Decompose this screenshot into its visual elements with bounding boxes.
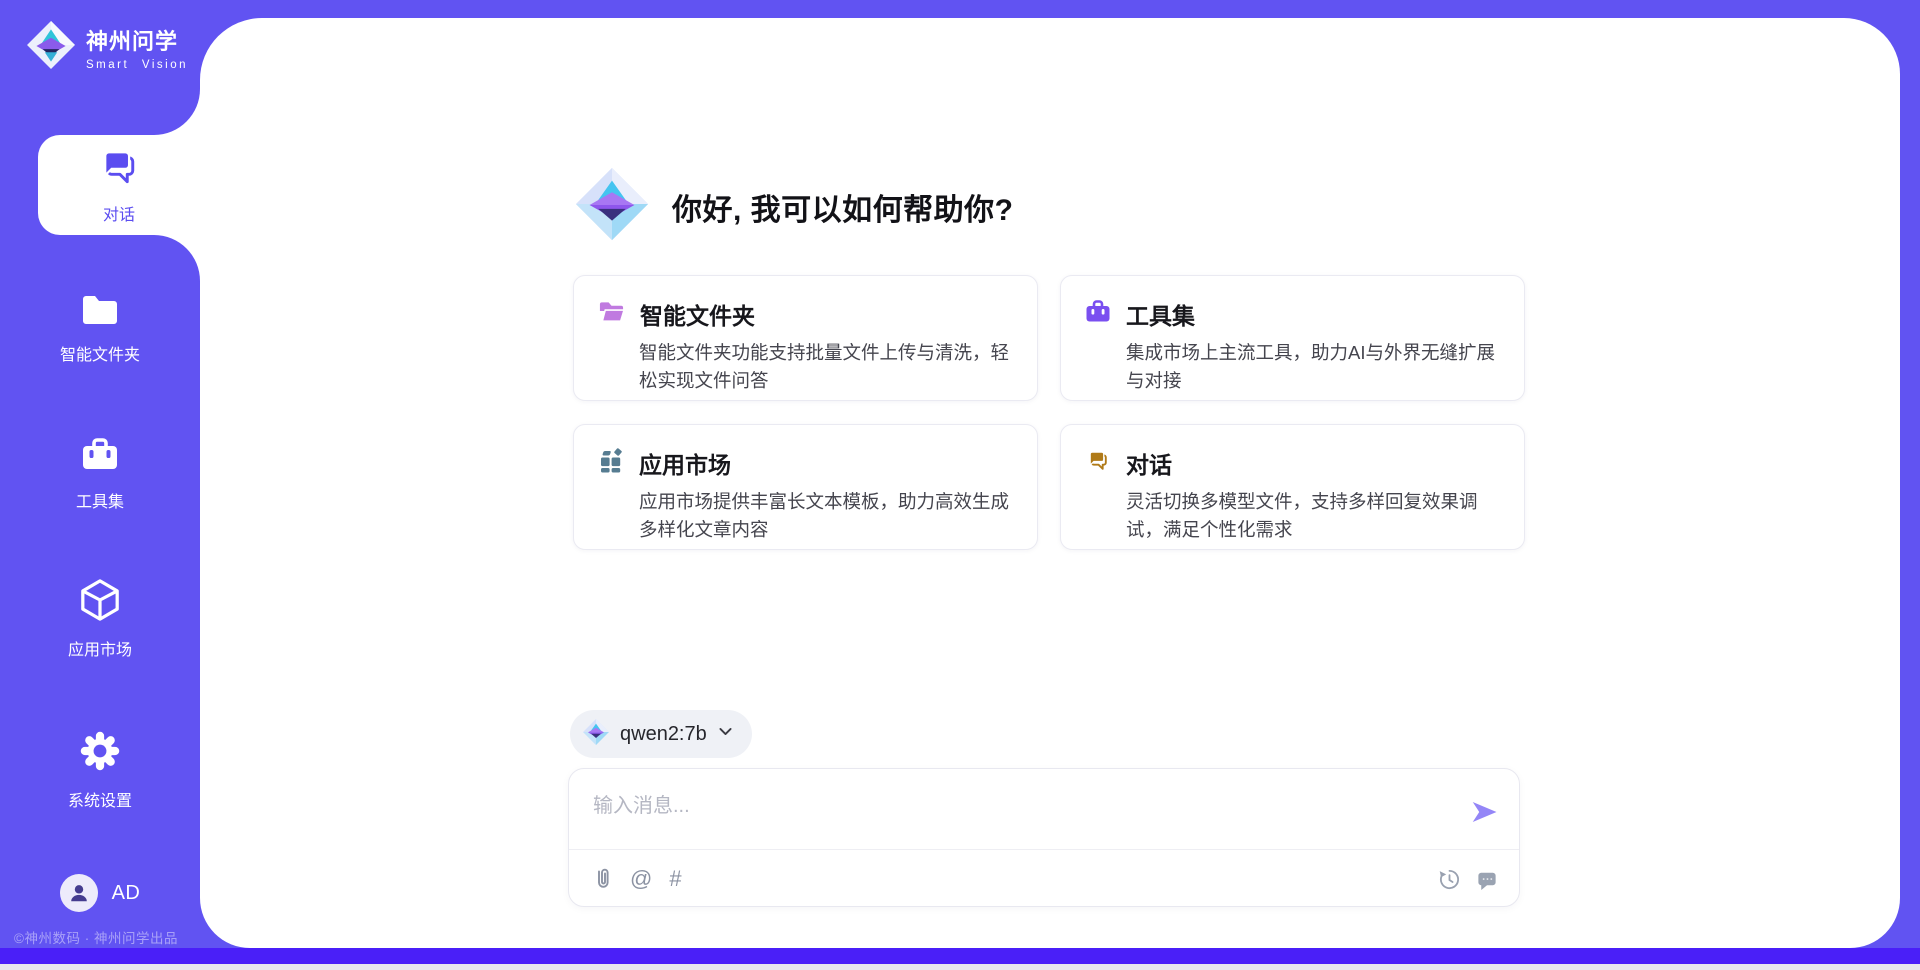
greeting-title: 你好, 我可以如何帮助你? [672, 185, 1014, 229]
briefcase-icon [1085, 299, 1111, 329]
brand-diamond-icon [26, 20, 76, 75]
gear-icon [78, 729, 122, 778]
card-title: 智能文件夹 [640, 297, 755, 331]
greeting-block: 你好, 我可以如何帮助你? [573, 165, 1014, 248]
sidebar-item-settings[interactable]: 系统设置 [0, 729, 200, 811]
card-description: 智能文件夹功能支持批量文件上传与清洗，轻松实现文件问答 [639, 339, 1019, 395]
card-title: 应用市场 [639, 446, 731, 480]
sidebar-item-label: 系统设置 [68, 787, 132, 811]
history-icon[interactable] [1438, 868, 1461, 891]
card-chat[interactable]: 对话 灵活切换多模型文件，支持多样回复效果调试，满足个性化需求 [1060, 424, 1525, 550]
brand-name: 神州问学 [86, 24, 188, 56]
grid-cube-icon [598, 448, 624, 479]
user-name: AD [112, 882, 141, 905]
sidebar-item-label: 智能文件夹 [60, 341, 140, 365]
sidebar-item-app-market[interactable]: 应用市场 [0, 578, 200, 660]
brand-logo: 神州问学 Smart Vision [26, 20, 188, 75]
folder-open-icon [598, 300, 625, 329]
model-selector[interactable]: qwen2:7b [570, 710, 752, 758]
at-sign-icon[interactable]: @ [630, 868, 652, 890]
user-account[interactable]: AD [0, 874, 200, 912]
assistant-diamond-icon [573, 165, 651, 248]
card-title: 对话 [1126, 446, 1172, 480]
card-description: 应用市场提供丰富长文本模板，助力高效生成多样化文章内容 [639, 488, 1019, 544]
comment-icon[interactable] [1475, 868, 1499, 891]
card-smart-folder[interactable]: 智能文件夹 智能文件夹功能支持批量文件上传与清洗，轻松实现文件问答 [573, 275, 1038, 401]
sidebar-item-toolset[interactable]: 工具集 [0, 436, 200, 512]
avatar [60, 874, 98, 912]
brand-subtitle: Smart Vision [86, 59, 188, 71]
card-title: 工具集 [1126, 297, 1195, 331]
chat-bubbles-icon [97, 145, 141, 194]
model-diamond-icon [582, 718, 610, 751]
bottom-edge [0, 964, 1920, 970]
sidebar-item-label: 应用市场 [68, 636, 132, 660]
send-button[interactable] [1469, 797, 1499, 830]
attachment-icon[interactable] [593, 867, 613, 891]
sidebar-item-label: 工具集 [76, 488, 124, 512]
toolbox-icon [80, 436, 120, 479]
bottom-strip [0, 948, 1920, 964]
cube-icon [79, 578, 121, 627]
card-toolset[interactable]: 工具集 集成市场上主流工具，助力AI与外界无缝扩展与对接 [1060, 275, 1525, 401]
tab-fillet-top [152, 89, 200, 135]
sidebar-item-chat[interactable]: 对话 [38, 135, 200, 235]
sidebar-item-smart-folder[interactable]: 智能文件夹 [0, 293, 200, 365]
message-input[interactable] [593, 789, 1453, 841]
copyright-text: ©神州数码 · 神州问学出品 [14, 927, 178, 947]
hash-icon[interactable]: # [669, 868, 681, 890]
composer-divider [569, 849, 1519, 850]
card-description: 灵活切换多模型文件，支持多样回复效果调试，满足个性化需求 [1126, 488, 1506, 544]
card-app-market[interactable]: 应用市场 应用市场提供丰富长文本模板，助力高效生成多样化文章内容 [573, 424, 1038, 550]
card-description: 集成市场上主流工具，助力AI与外界无缝扩展与对接 [1126, 339, 1506, 395]
model-name: qwen2:7b [620, 723, 707, 746]
tab-fillet-bottom [152, 235, 200, 281]
chevron-down-icon [717, 723, 734, 745]
sidebar-item-label: 对话 [103, 201, 135, 225]
folder-icon [80, 293, 120, 332]
chat-bubbles-icon [1085, 448, 1111, 478]
message-composer: @ # [568, 768, 1520, 907]
